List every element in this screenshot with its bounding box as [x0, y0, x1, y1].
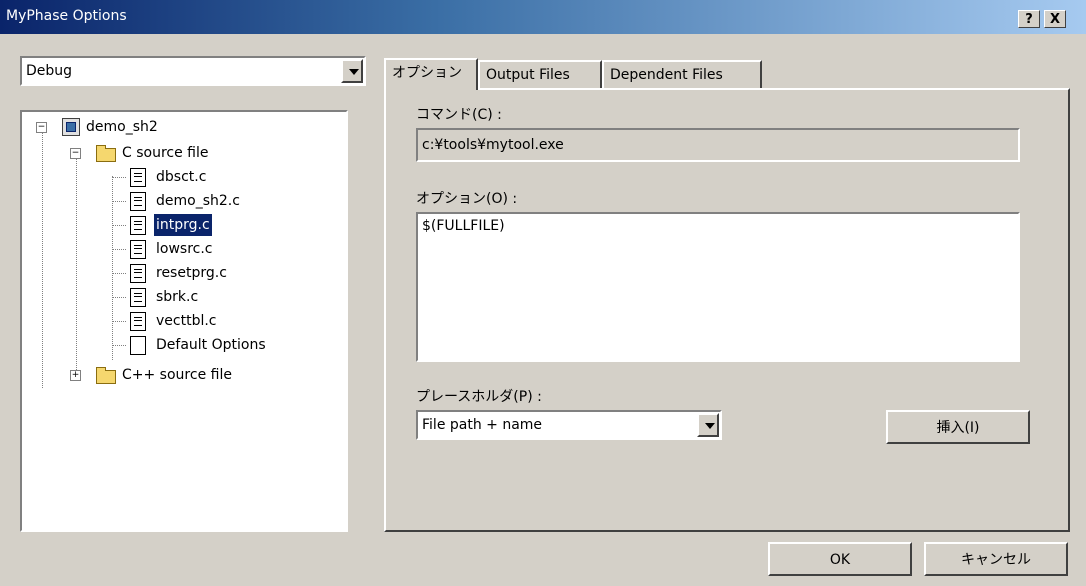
tree-connector: [42, 128, 43, 388]
tab-output-files[interactable]: Output Files: [478, 60, 602, 88]
window-title: MyPhase Options: [6, 8, 127, 24]
file-tree[interactable]: − demo_sh2 − C source file dbsct.c demo_…: [20, 110, 348, 532]
collapse-icon[interactable]: −: [70, 148, 81, 159]
options-label: オプション(O) :: [416, 191, 518, 207]
placeholder-label: プレースホルダ(P) :: [416, 389, 542, 405]
placeholder-select[interactable]: File path + name: [416, 410, 722, 440]
file-icon: [130, 264, 146, 283]
file-icon: [130, 192, 146, 211]
open-folder-icon: [96, 145, 116, 162]
tree-item-label: demo_sh2.c: [156, 193, 240, 209]
tree-item-label: demo_sh2: [86, 119, 158, 135]
collapse-icon[interactable]: −: [36, 122, 47, 133]
command-value: c:¥tools¥mytool.exe: [422, 137, 564, 153]
config-select-value: Debug: [26, 63, 73, 79]
tree-item-label: Default Options: [156, 337, 266, 353]
command-field: c:¥tools¥mytool.exe: [416, 128, 1020, 162]
chevron-down-icon[interactable]: [341, 59, 363, 83]
tree-item-label: intprg.c: [153, 213, 213, 237]
tree-item-label: C source file: [122, 145, 209, 161]
file-icon: [130, 288, 146, 307]
file-icon: [130, 168, 146, 187]
tree-item-label: vecttbl.c: [156, 313, 217, 329]
expand-icon[interactable]: +: [70, 370, 81, 381]
file-icon: [130, 216, 146, 235]
blank-file-icon: [130, 336, 146, 355]
help-button[interactable]: ?: [1018, 10, 1040, 28]
folder-icon: [96, 367, 116, 384]
insert-button[interactable]: 挿入(I): [886, 410, 1030, 444]
tree-item-label: resetprg.c: [156, 265, 227, 281]
tab-dependent-files[interactable]: Dependent Files: [602, 60, 762, 88]
options-value: $(FULLFILE): [422, 218, 505, 234]
tree-item-label: C++ source file: [122, 367, 232, 383]
tree-connector: [112, 176, 113, 360]
tab-options[interactable]: オプション: [384, 58, 478, 90]
config-select[interactable]: Debug: [20, 56, 366, 86]
tree-connector: [76, 152, 77, 374]
command-label: コマンド(C) :: [416, 107, 502, 123]
ok-button[interactable]: OK: [768, 542, 912, 576]
close-button[interactable]: X: [1044, 10, 1066, 28]
tree-item-label: sbrk.c: [156, 289, 199, 305]
tree-item-label: lowsrc.c: [156, 241, 213, 257]
title-bar: MyPhase Options ? X: [0, 0, 1086, 34]
placeholder-select-value: File path + name: [422, 417, 543, 433]
chevron-down-icon[interactable]: [697, 413, 719, 437]
cancel-button[interactable]: キャンセル: [924, 542, 1068, 576]
project-icon: [62, 118, 80, 136]
file-icon: [130, 312, 146, 331]
tree-item-label: dbsct.c: [156, 169, 207, 185]
file-icon: [130, 240, 146, 259]
options-textarea[interactable]: $(FULLFILE): [416, 212, 1020, 362]
options-panel: コマンド(C) : c:¥tools¥mytool.exe オプション(O) :…: [384, 88, 1070, 532]
